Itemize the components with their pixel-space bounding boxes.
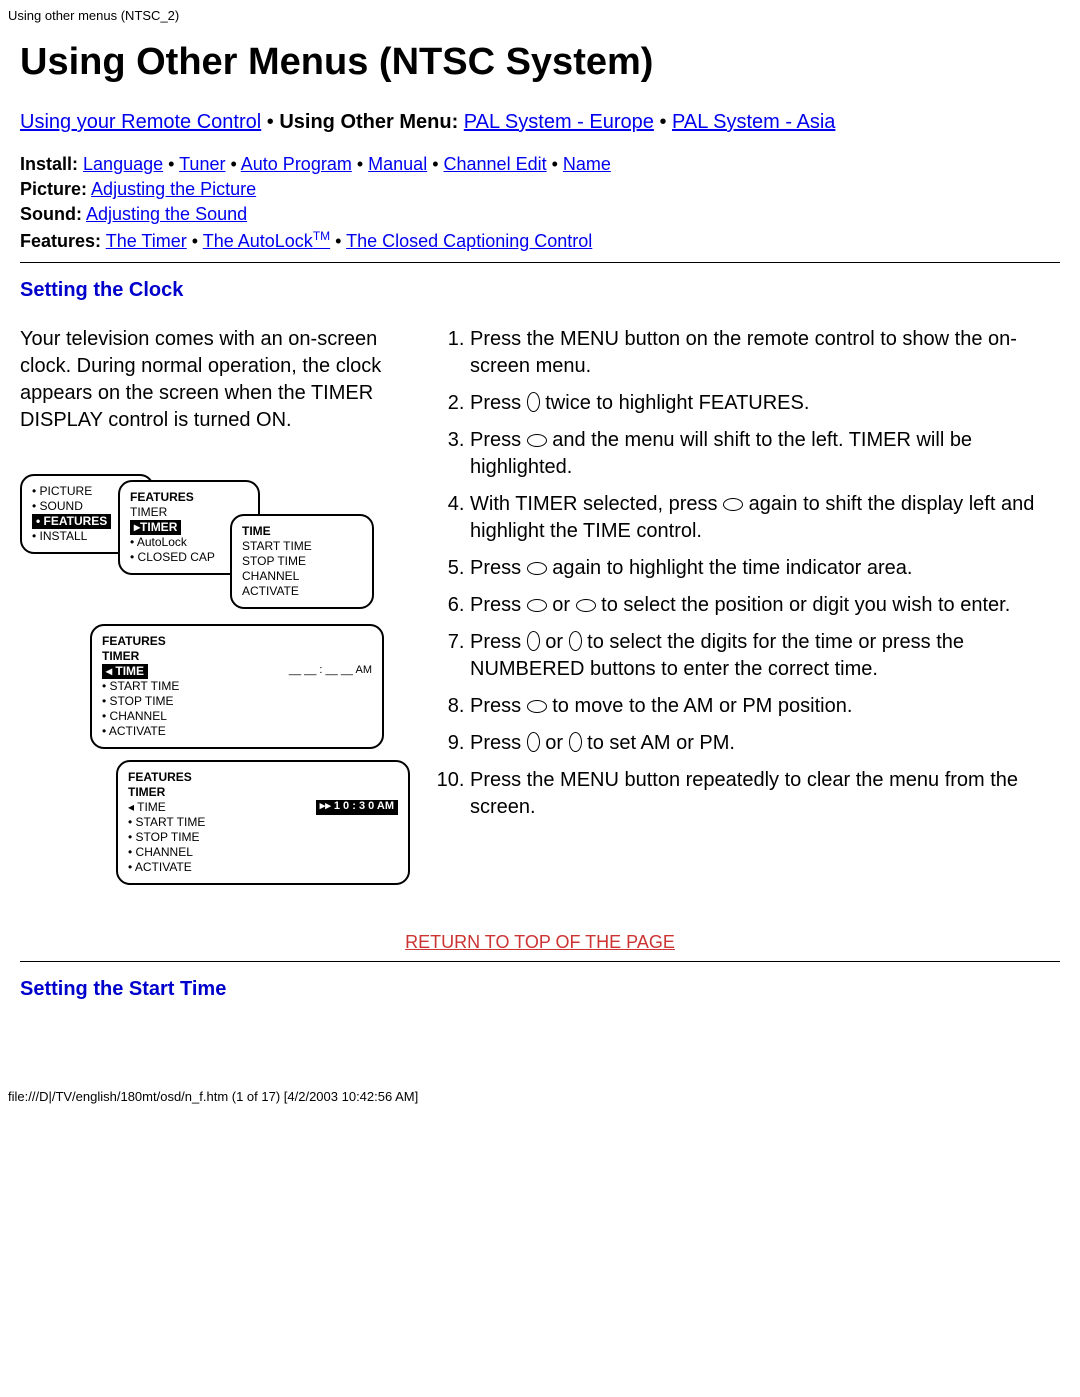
top-nav: Using your Remote Control • Using Other … — [20, 108, 1060, 136]
section-title-setting-clock: Setting the Clock — [20, 279, 1060, 302]
right-button-icon — [576, 599, 596, 612]
section-title-start-time: Setting the Start Time — [20, 978, 1060, 1001]
link-auto-program[interactable]: Auto Program — [241, 154, 352, 174]
step-2: Press twice to highlight FEATURES. — [470, 390, 1060, 417]
right-button-icon — [723, 498, 743, 511]
step-7: Press or to select the digits for the ti… — [470, 629, 1060, 683]
osd-diagram: • PICTURE • SOUND • FEATURES • INSTALL F… — [20, 474, 390, 914]
label-using-other-menu: Using Other Menu: — [279, 111, 458, 133]
link-channel-edit[interactable]: Channel Edit — [444, 154, 547, 174]
steps-list: Press the MENU button on the remote cont… — [434, 326, 1060, 821]
link-pal-asia[interactable]: PAL System - Asia — [672, 111, 835, 133]
link-language[interactable]: Language — [83, 154, 163, 174]
link-adjusting-picture[interactable]: Adjusting the Picture — [91, 179, 256, 199]
right-button-icon — [527, 700, 547, 713]
link-remote-control[interactable]: Using your Remote Control — [20, 111, 261, 133]
step-5: Press again to highlight the time indica… — [470, 555, 1060, 582]
divider — [20, 262, 1060, 263]
down-button-icon — [527, 392, 540, 412]
step-8: Press to move to the AM or PM position. — [470, 693, 1060, 720]
link-autolock[interactable]: The AutoLockTM — [203, 231, 330, 251]
right-button-icon — [527, 434, 547, 447]
panel-time-entry-filled: FEATURES TIMER ◂ TIME ▸▸ 1 0 : 3 0 AM • … — [116, 760, 410, 885]
sublinks-block: Install: Language • Tuner • Auto Program… — [20, 152, 1060, 254]
up-button-icon — [527, 631, 540, 651]
divider — [20, 961, 1060, 962]
step-3: Press and the menu will shift to the lef… — [470, 427, 1060, 481]
label-install: Install: — [20, 154, 78, 174]
step-1: Press the MENU button on the remote cont… — [470, 326, 1060, 380]
link-closed-captioning[interactable]: The Closed Captioning Control — [346, 231, 592, 251]
down-button-icon — [569, 732, 582, 752]
down-button-icon — [569, 631, 582, 651]
step-9: Press or to set AM or PM. — [470, 730, 1060, 757]
link-name[interactable]: Name — [563, 154, 611, 174]
page-title: Using Other Menus (NTSC System) — [20, 41, 1060, 84]
link-manual[interactable]: Manual — [368, 154, 427, 174]
step-10: Press the MENU button repeatedly to clea… — [470, 767, 1060, 821]
label-picture: Picture: — [20, 179, 87, 199]
link-timer[interactable]: The Timer — [106, 231, 187, 251]
up-button-icon — [527, 732, 540, 752]
footer-path: file:///D|/TV/english/180mt/osd/n_f.htm … — [0, 1049, 1080, 1104]
header-path: Using other menus (NTSC_2) — [0, 0, 1080, 23]
return-to-top-link[interactable]: RETURN TO TOP OF THE PAGE — [405, 932, 675, 952]
label-features: Features: — [20, 231, 101, 251]
step-4: With TIMER selected, press again to shif… — [470, 491, 1060, 545]
link-tuner[interactable]: Tuner — [179, 154, 225, 174]
label-sound: Sound: — [20, 204, 82, 224]
right-button-icon — [527, 562, 547, 575]
panel-timer-sub: TIME START TIME STOP TIME CHANNEL ACTIVA… — [230, 514, 374, 609]
link-pal-europe[interactable]: PAL System - Europe — [464, 111, 654, 133]
left-button-icon — [527, 599, 547, 612]
link-adjusting-sound[interactable]: Adjusting the Sound — [86, 204, 247, 224]
panel-time-entry-blank: FEATURES TIMER ◂ TIME __ __ : __ __ AM •… — [90, 624, 384, 749]
intro-paragraph: Your television comes with an on-screen … — [20, 326, 410, 434]
step-6: Press or to select the position or digit… — [470, 592, 1060, 619]
